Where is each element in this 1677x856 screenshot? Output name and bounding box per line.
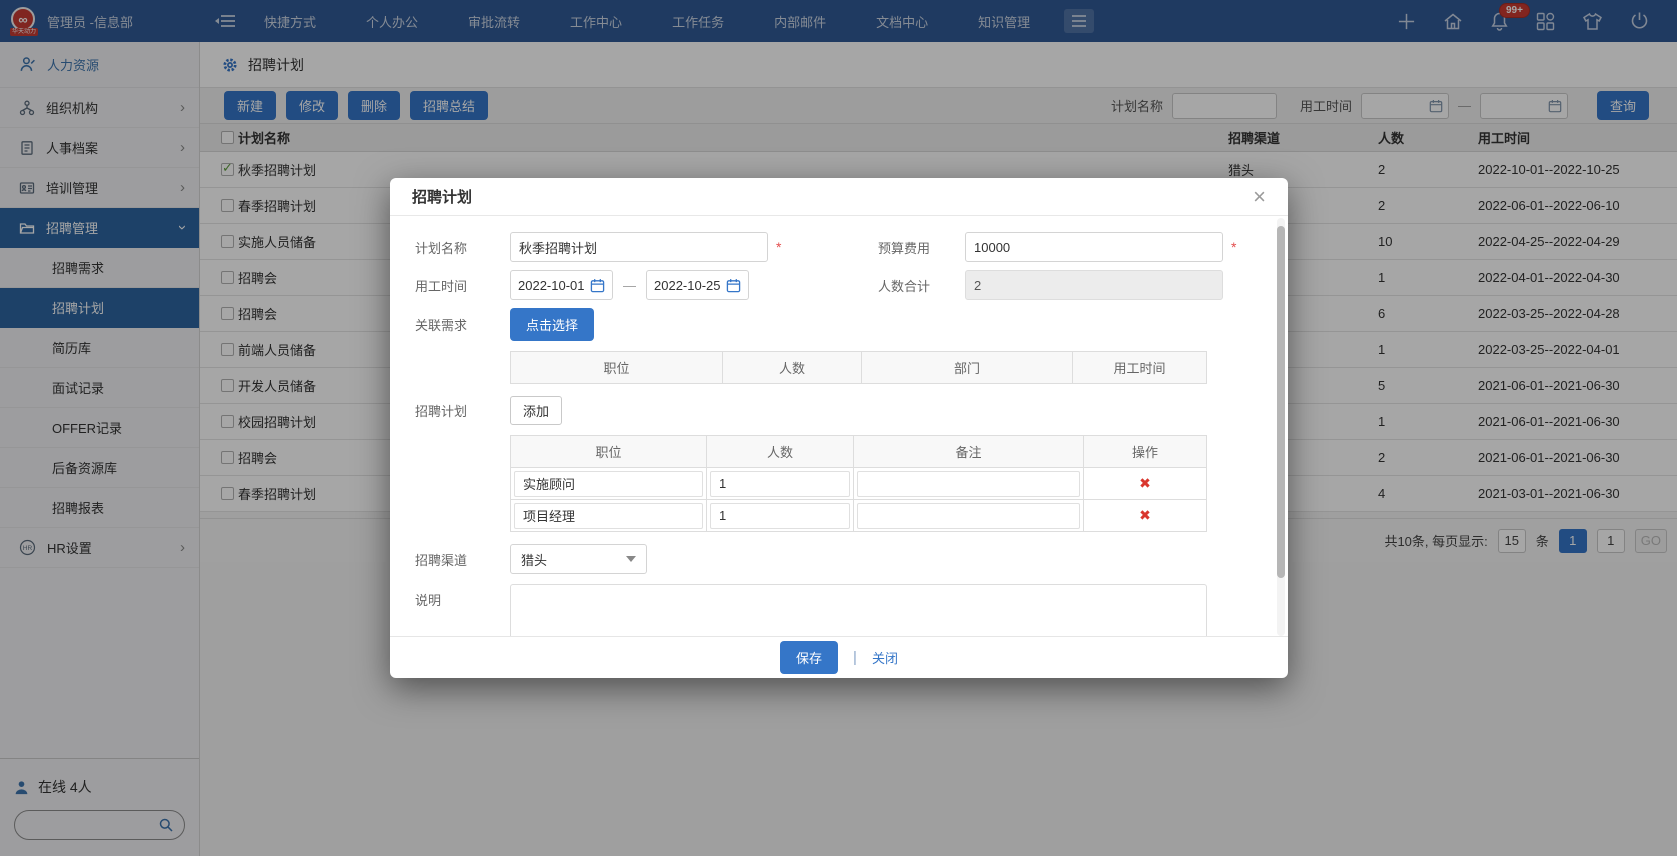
work-time-label: 用工时间 <box>415 276 510 295</box>
plan-table-header: 职位 人数 备注 操作 <box>510 435 1207 468</box>
position-input[interactable] <box>514 503 703 529</box>
budget-label: 预算费用 <box>878 238 965 257</box>
total-count-label: 人数合计 <box>878 276 965 295</box>
dialog-title: 招聘计划 <box>412 186 472 207</box>
channel-label: 招聘渠道 <box>415 550 510 569</box>
linked-requirement-label: 关联需求 <box>415 315 510 334</box>
count-input[interactable] <box>710 471 850 497</box>
app-window: ∞ 华天动力 管理员 -信息部 快捷方式 个人办公 审批流转 工作中心 工作任务… <box>0 0 1677 856</box>
count-input[interactable] <box>710 503 850 529</box>
plan-row: ✖ <box>510 468 1207 500</box>
plan-name-input[interactable] <box>510 232 768 262</box>
end-date-picker[interactable]: 2022-10-25 <box>646 270 749 300</box>
requirement-table-header: 职位 人数 部门 用工时间 <box>510 351 1207 384</box>
requirement-table: 职位 人数 部门 用工时间 <box>510 351 1207 384</box>
required-asterisk: * <box>776 239 788 255</box>
channel-select[interactable]: 猎头 <box>510 544 647 574</box>
budget-input[interactable] <box>965 232 1223 262</box>
close-button[interactable]: 关闭 <box>872 648 898 667</box>
start-date-picker[interactable]: 2022-10-01 <box>510 270 613 300</box>
delete-row-icon[interactable]: ✖ <box>1087 475 1203 492</box>
row-channel: 招聘渠道 猎头 <box>415 544 1288 574</box>
dialog-scrollbar[interactable] <box>1277 218 1285 636</box>
delete-row-icon[interactable]: ✖ <box>1087 507 1203 524</box>
plan-table: 职位 人数 备注 操作 ✖ <box>510 435 1207 532</box>
note-input[interactable] <box>857 503 1080 529</box>
dialog-scrollbar-thumb[interactable] <box>1277 226 1285 578</box>
date-range-dash: — <box>623 278 636 293</box>
row-note: 说明 <box>415 584 1288 636</box>
dialog-footer: 保存 | 关闭 <box>390 636 1288 678</box>
total-count-field: 2 <box>965 270 1223 300</box>
recruit-plan-label: 招聘计划 <box>415 401 510 420</box>
dropdown-caret-icon <box>626 556 636 562</box>
dialog-body: 计划名称 * 预算费用 * 用工时间 2022-10-01 — <box>390 216 1288 636</box>
row-plan-name: 计划名称 * 预算费用 * <box>415 232 1288 262</box>
row-linked-requirement: 关联需求 点击选择 <box>415 308 1288 341</box>
row-work-time: 用工时间 2022-10-01 — 2022-10-25 人数合计 2 <box>415 270 1288 300</box>
calendar-icon[interactable] <box>726 278 741 293</box>
plan-name-label: 计划名称 <box>415 238 510 257</box>
position-input[interactable] <box>514 471 703 497</box>
plan-row: ✖ <box>510 500 1207 532</box>
plan-table-body: ✖ ✖ <box>510 468 1207 532</box>
required-asterisk: * <box>1231 239 1243 255</box>
footer-separator: | <box>853 649 857 666</box>
click-select-button[interactable]: 点击选择 <box>510 308 594 341</box>
save-button[interactable]: 保存 <box>780 641 838 674</box>
add-row-button[interactable]: 添加 <box>510 396 562 425</box>
note-label: 说明 <box>415 584 510 609</box>
close-icon[interactable]: × <box>1253 186 1266 208</box>
dialog-header: 招聘计划 × <box>390 178 1288 216</box>
recruit-plan-dialog: 招聘计划 × 计划名称 * 预算费用 * 用工时间 2022-10-01 <box>390 178 1288 678</box>
row-recruit-plan: 招聘计划 添加 <box>415 396 1288 425</box>
calendar-icon[interactable] <box>590 278 605 293</box>
note-textarea[interactable] <box>510 584 1207 636</box>
note-input[interactable] <box>857 471 1080 497</box>
